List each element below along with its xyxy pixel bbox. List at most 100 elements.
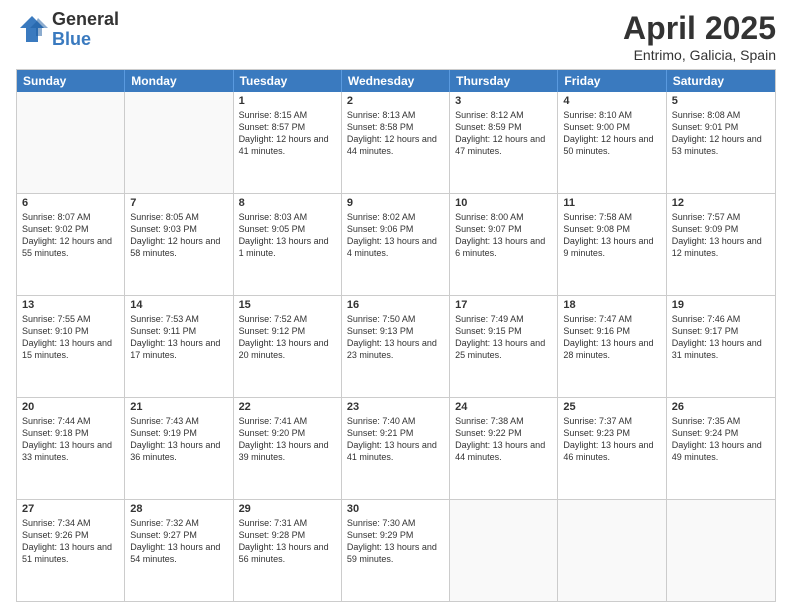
calendar-cell: 11 Sunrise: 7:58 AMSunset: 9:08 PMDayligh… [558, 194, 666, 295]
cell-day-number: 28 [130, 503, 227, 515]
calendar-cell: 30 Sunrise: 7:30 AMSunset: 9:29 PMDayligh… [342, 500, 450, 601]
cell-content: Sunrise: 7:35 AMSunset: 9:24 PMDaylight:… [672, 415, 770, 464]
cell-content: Sunrise: 7:30 AMSunset: 9:29 PMDaylight:… [347, 517, 444, 566]
cell-content: Sunrise: 8:13 AMSunset: 8:58 PMDaylight:… [347, 109, 444, 158]
title-month: April 2025 [623, 10, 776, 47]
cell-content: Sunrise: 7:49 AMSunset: 9:15 PMDaylight:… [455, 313, 552, 362]
cell-day-number: 19 [672, 299, 770, 311]
calendar-cell: 22 Sunrise: 7:41 AMSunset: 9:20 PMDayligh… [234, 398, 342, 499]
logo-blue-text: Blue [52, 30, 119, 50]
cell-content: Sunrise: 7:53 AMSunset: 9:11 PMDaylight:… [130, 313, 227, 362]
calendar-cell: 5 Sunrise: 8:08 AMSunset: 9:01 PMDaylight… [667, 92, 775, 193]
page: General Blue April 2025 Entrimo, Galicia… [0, 0, 792, 612]
calendar-cell [558, 500, 666, 601]
calendar-cell: 16 Sunrise: 7:50 AMSunset: 9:13 PMDayligh… [342, 296, 450, 397]
cell-content: Sunrise: 7:34 AMSunset: 9:26 PMDaylight:… [22, 517, 119, 566]
calendar-week-5: 27 Sunrise: 7:34 AMSunset: 9:26 PMDayligh… [17, 499, 775, 601]
cell-content: Sunrise: 7:41 AMSunset: 9:20 PMDaylight:… [239, 415, 336, 464]
calendar-cell: 29 Sunrise: 7:31 AMSunset: 9:28 PMDayligh… [234, 500, 342, 601]
cell-day-number: 2 [347, 95, 444, 107]
cell-content: Sunrise: 7:44 AMSunset: 9:18 PMDaylight:… [22, 415, 119, 464]
cell-day-number: 5 [672, 95, 770, 107]
calendar-cell [17, 92, 125, 193]
cell-content: Sunrise: 8:05 AMSunset: 9:03 PMDaylight:… [130, 211, 227, 260]
cell-day-number: 26 [672, 401, 770, 413]
calendar-cell: 18Sunrise: 7:47 AMSunset: 9:16 PMDayligh… [558, 296, 666, 397]
cell-content: Sunrise: 7:47 AMSunset: 9:16 PMDaylight:… [563, 313, 660, 362]
cell-day-number: 3 [455, 95, 552, 107]
calendar-cell: 14 Sunrise: 7:53 AMSunset: 9:11 PMDayligh… [125, 296, 233, 397]
calendar-cell: 2 Sunrise: 8:13 AMSunset: 8:58 PMDaylight… [342, 92, 450, 193]
calendar-header-sunday: Sunday [17, 70, 125, 92]
cell-day-number: 12 [672, 197, 770, 209]
calendar-cell [667, 500, 775, 601]
calendar-cell: 13 Sunrise: 7:55 AMSunset: 9:10 PMDayligh… [17, 296, 125, 397]
title-block: April 2025 Entrimo, Galicia, Spain [623, 10, 776, 63]
cell-day-number: 20 [22, 401, 119, 413]
cell-day-number: 16 [347, 299, 444, 311]
calendar-cell: 15Sunrise: 7:52 AMSunset: 9:12 PMDayligh… [234, 296, 342, 397]
calendar-cell: 25 Sunrise: 7:37 AMSunset: 9:23 PMDayligh… [558, 398, 666, 499]
cell-day-number: 8 [239, 197, 336, 209]
cell-day-number: 13 [22, 299, 119, 311]
calendar-cell: 23Sunrise: 7:40 AMSunset: 9:21 PMDayligh… [342, 398, 450, 499]
calendar-header-tuesday: Tuesday [234, 70, 342, 92]
cell-day-number: 11 [563, 197, 660, 209]
calendar-cell: 17 Sunrise: 7:49 AMSunset: 9:15 PMDayligh… [450, 296, 558, 397]
cell-day-number: 1 [239, 95, 336, 107]
cell-content: Sunrise: 7:46 AMSunset: 9:17 PMDaylight:… [672, 313, 770, 362]
cell-content: Sunrise: 8:08 AMSunset: 9:01 PMDaylight:… [672, 109, 770, 158]
calendar-cell: 3Sunrise: 8:12 AMSunset: 8:59 PMDaylight… [450, 92, 558, 193]
cell-content: Sunrise: 7:43 AMSunset: 9:19 PMDaylight:… [130, 415, 227, 464]
cell-day-number: 9 [347, 197, 444, 209]
calendar-cell: 6 Sunrise: 8:07 AMSunset: 9:02 PMDaylight… [17, 194, 125, 295]
cell-day-number: 25 [563, 401, 660, 413]
calendar-cell: 27 Sunrise: 7:34 AMSunset: 9:26 PMDayligh… [17, 500, 125, 601]
cell-day-number: 21 [130, 401, 227, 413]
calendar-cell [125, 92, 233, 193]
calendar: SundayMondayTuesdayWednesdayThursdayFrid… [16, 69, 776, 602]
calendar-week-2: 6 Sunrise: 8:07 AMSunset: 9:02 PMDaylight… [17, 193, 775, 295]
calendar-cell: 9Sunrise: 8:02 AMSunset: 9:06 PMDaylight… [342, 194, 450, 295]
cell-content: Sunrise: 7:37 AMSunset: 9:23 PMDaylight:… [563, 415, 660, 464]
calendar-cell: 24 Sunrise: 7:38 AMSunset: 9:22 PMDayligh… [450, 398, 558, 499]
cell-content: Sunrise: 7:55 AMSunset: 9:10 PMDaylight:… [22, 313, 119, 362]
calendar-header-friday: Friday [558, 70, 666, 92]
title-location: Entrimo, Galicia, Spain [623, 47, 776, 63]
cell-content: Sunrise: 8:10 AMSunset: 9:00 PMDaylight:… [563, 109, 660, 158]
cell-content: Sunrise: 8:00 AMSunset: 9:07 PMDaylight:… [455, 211, 552, 260]
cell-content: Sunrise: 7:40 AMSunset: 9:21 PMDaylight:… [347, 415, 444, 464]
cell-content: Sunrise: 8:15 AMSunset: 8:57 PMDaylight:… [239, 109, 336, 158]
cell-day-number: 10 [455, 197, 552, 209]
cell-content: Sunrise: 8:03 AMSunset: 9:05 PMDaylight:… [239, 211, 336, 260]
cell-content: Sunrise: 8:07 AMSunset: 9:02 PMDaylight:… [22, 211, 119, 260]
cell-content: Sunrise: 7:50 AMSunset: 9:13 PMDaylight:… [347, 313, 444, 362]
calendar-cell: 26 Sunrise: 7:35 AMSunset: 9:24 PMDayligh… [667, 398, 775, 499]
cell-day-number: 27 [22, 503, 119, 515]
cell-day-number: 4 [563, 95, 660, 107]
logo-general-text: General [52, 10, 119, 30]
header: General Blue April 2025 Entrimo, Galicia… [16, 10, 776, 63]
calendar-cell [450, 500, 558, 601]
calendar-cell: 10 Sunrise: 8:00 AMSunset: 9:07 PMDayligh… [450, 194, 558, 295]
calendar-week-3: 13 Sunrise: 7:55 AMSunset: 9:10 PMDayligh… [17, 295, 775, 397]
cell-content: Sunrise: 7:31 AMSunset: 9:28 PMDaylight:… [239, 517, 336, 566]
calendar-cell: 1 Sunrise: 8:15 AMSunset: 8:57 PMDaylight… [234, 92, 342, 193]
calendar-cell: 4 Sunrise: 8:10 AMSunset: 9:00 PMDaylight… [558, 92, 666, 193]
cell-day-number: 6 [22, 197, 119, 209]
cell-content: Sunrise: 7:58 AMSunset: 9:08 PMDaylight:… [563, 211, 660, 260]
calendar-cell: 19 Sunrise: 7:46 AMSunset: 9:17 PMDayligh… [667, 296, 775, 397]
calendar-week-4: 20 Sunrise: 7:44 AMSunset: 9:18 PMDayligh… [17, 397, 775, 499]
calendar-header-wednesday: Wednesday [342, 70, 450, 92]
calendar-cell: 28Sunrise: 7:32 AMSunset: 9:27 PMDayligh… [125, 500, 233, 601]
cell-day-number: 17 [455, 299, 552, 311]
cell-content: Sunrise: 7:38 AMSunset: 9:22 PMDaylight:… [455, 415, 552, 464]
calendar-cell: 8 Sunrise: 8:03 AMSunset: 9:05 PMDaylight… [234, 194, 342, 295]
calendar-body: 1 Sunrise: 8:15 AMSunset: 8:57 PMDaylight… [17, 92, 775, 601]
cell-day-number: 14 [130, 299, 227, 311]
cell-day-number: 22 [239, 401, 336, 413]
cell-day-number: 30 [347, 503, 444, 515]
cell-day-number: 29 [239, 503, 336, 515]
cell-day-number: 24 [455, 401, 552, 413]
calendar-header-monday: Monday [125, 70, 233, 92]
